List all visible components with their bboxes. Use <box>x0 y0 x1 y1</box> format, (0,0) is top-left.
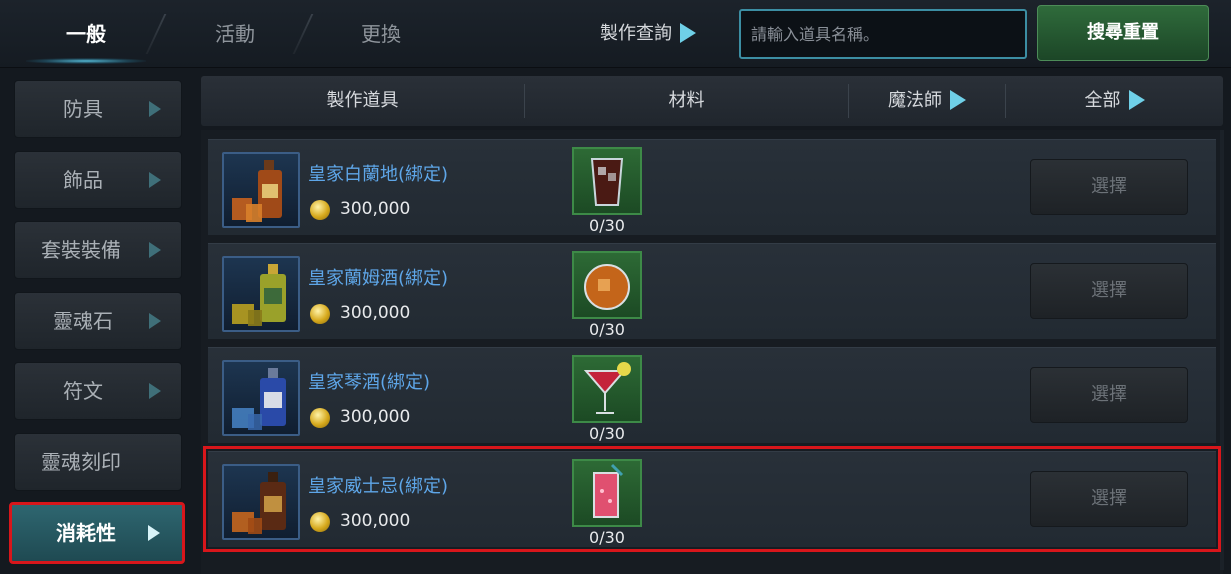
tab-divider <box>292 14 314 54</box>
gold-coin-icon <box>310 304 330 324</box>
material-count: 0/30 <box>589 528 625 547</box>
sidebar-item-label: 靈魂刻印 <box>41 450 121 474</box>
material-count: 0/30 <box>589 320 625 339</box>
sidebar-item-armor[interactable]: 防具 <box>14 80 182 138</box>
gold-coin-icon <box>310 408 330 428</box>
header-material: 材料 <box>668 90 705 111</box>
class-filter-button[interactable]: 魔法師 <box>849 76 1005 126</box>
search-reset-button[interactable]: 搜尋重置 <box>1037 5 1209 61</box>
select-button[interactable]: 選擇 <box>1030 471 1188 527</box>
craft-query-label: 製作查詢 <box>600 23 672 44</box>
top-bar: 一般 活動 更換 製作查詢 搜尋重置 <box>0 0 1231 68</box>
craft-query-button[interactable]: 製作查詢 <box>600 18 696 50</box>
tab-general[interactable]: 一般 <box>26 14 146 54</box>
item-name: 皇家白蘭地(綁定) <box>308 164 449 185</box>
sidebar-item-label: 消耗性 <box>56 521 116 545</box>
list-header: 製作道具 材料 魔法師 全部 <box>201 76 1223 126</box>
play-arrow-icon <box>1128 89 1145 110</box>
gold-coin-icon <box>310 512 330 532</box>
sidebar-item-soul-engraving[interactable]: 靈魂刻印 <box>14 433 182 491</box>
material-count: 0/30 <box>589 216 625 235</box>
sidebar-item-label: 靈魂石 <box>53 309 113 333</box>
gold-coin-icon <box>310 200 330 220</box>
gin-bottle-icon <box>222 360 300 436</box>
whiskey-ice-icon <box>572 251 642 319</box>
whiskey-bottle-icon <box>222 464 300 540</box>
play-arrow-icon <box>680 22 696 43</box>
chevron-right-icon <box>149 242 161 258</box>
item-search-input[interactable] <box>739 9 1027 59</box>
item-price: 300,000 <box>340 407 411 427</box>
material-count: 0/30 <box>589 424 625 443</box>
tab-divider <box>145 14 167 54</box>
recipe-row: 皇家蘭姆酒(綁定) 300,000 0/30 選擇 <box>208 243 1216 339</box>
scrollbar[interactable] <box>1220 130 1224 570</box>
chevron-right-icon <box>149 101 161 117</box>
cola-glass-icon <box>572 147 642 215</box>
item-name: 皇家蘭姆酒(綁定) <box>308 268 449 289</box>
sidebar-item-soul-stone[interactable]: 靈魂石 <box>14 292 182 350</box>
select-button[interactable]: 選擇 <box>1030 263 1188 319</box>
sidebar-item-label: 符文 <box>63 379 103 403</box>
sidebar-item-consumables[interactable]: 消耗性 <box>9 502 185 564</box>
sidebar-item-label: 飾品 <box>63 168 103 192</box>
chevron-right-icon <box>149 172 161 188</box>
play-arrow-icon <box>950 89 966 110</box>
recipe-row: 皇家琴酒(綁定) 300,000 0/30 選擇 <box>208 347 1216 443</box>
class-filter-label: 魔法師 <box>888 90 942 111</box>
chevron-right-icon <box>149 313 161 329</box>
item-name: 皇家威士忌(綁定) <box>308 476 449 497</box>
select-button[interactable]: 選擇 <box>1030 367 1188 423</box>
header-craft-item: 製作道具 <box>326 90 399 111</box>
item-price: 300,000 <box>340 511 411 531</box>
item-price: 300,000 <box>340 303 411 323</box>
sidebar-item-rune[interactable]: 符文 <box>14 362 182 420</box>
rum-bottle-icon <box>222 256 300 332</box>
category-filter-label: 全部 <box>1084 90 1121 111</box>
sidebar-item-accessories[interactable]: 飾品 <box>14 151 182 209</box>
sidebar-item-label: 防具 <box>63 97 103 121</box>
pink-drink-icon <box>572 459 642 527</box>
item-price: 300,000 <box>340 199 411 219</box>
sidebar-item-set-equipment[interactable]: 套裝裝備 <box>14 221 182 279</box>
item-name: 皇家琴酒(綁定) <box>308 372 431 393</box>
category-filter-button[interactable]: 全部 <box>1006 76 1223 126</box>
recipe-row: 皇家白蘭地(綁定) 300,000 0/30 選擇 <box>208 139 1216 235</box>
sidebar-item-label: 套裝裝備 <box>41 238 121 262</box>
recipe-row: 皇家威士忌(綁定) 300,000 0/30 選擇 <box>203 446 1221 552</box>
chevron-right-icon <box>148 525 160 541</box>
select-button[interactable]: 選擇 <box>1030 159 1188 215</box>
active-tab-indicator <box>26 58 146 64</box>
brandy-bottle-icon <box>222 152 300 228</box>
chevron-right-icon <box>149 383 161 399</box>
cocktail-glass-icon <box>572 355 642 423</box>
tab-exchange[interactable]: 更換 <box>321 14 441 54</box>
tab-event[interactable]: 活動 <box>175 14 295 54</box>
